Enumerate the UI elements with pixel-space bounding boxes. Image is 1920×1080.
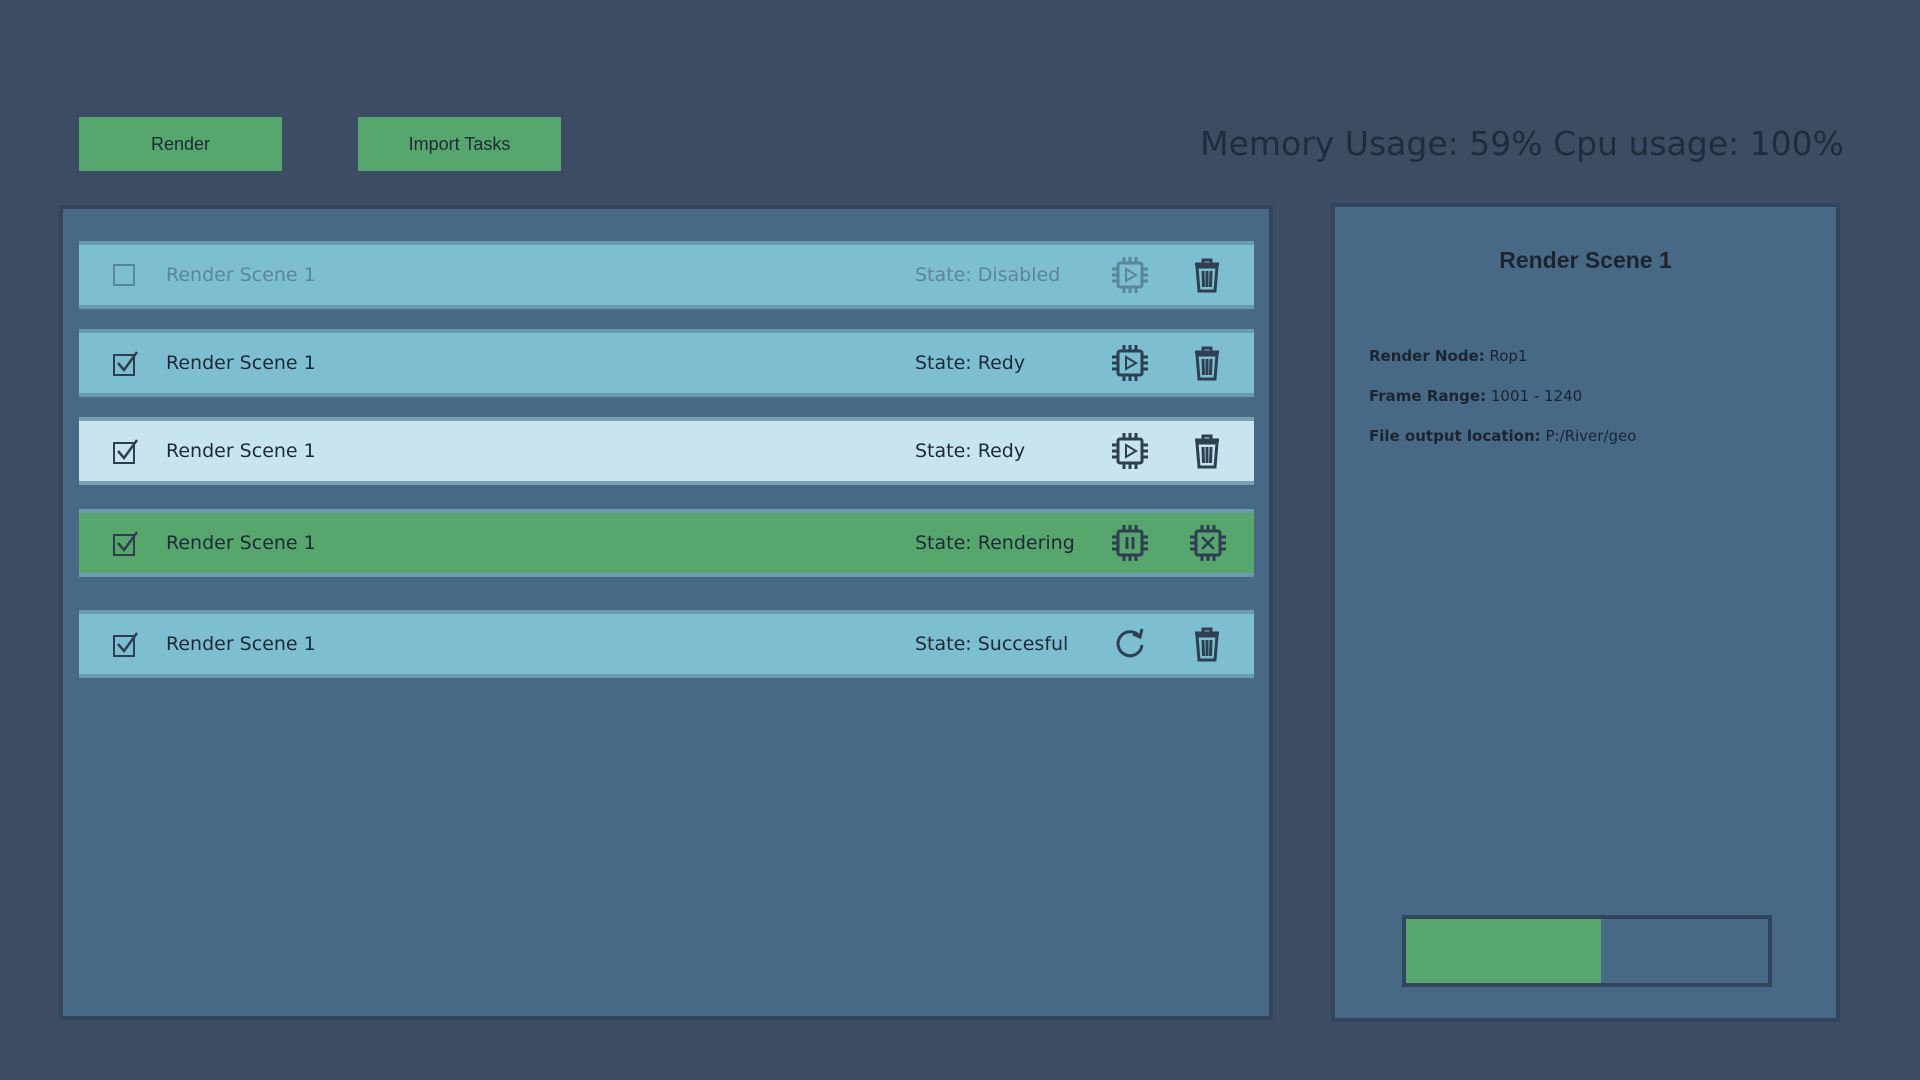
render-node-label: Render Node: [1369,347,1485,365]
task-name: Render Scene 1 [166,264,316,286]
task-name: Render Scene 1 [166,633,316,655]
refresh-icon[interactable] [1109,623,1151,665]
task-name: Render Scene 1 [166,352,316,374]
render-node-line: Render Node: Rop1 [1369,347,1527,365]
task-state: State: Rendering [915,532,1075,554]
frame-range-label: Frame Range: [1369,387,1487,405]
chip-play-icon[interactable] [1109,430,1151,472]
task-name: Render Scene 1 [166,440,316,462]
output-location-label: File output location: [1369,427,1541,445]
task-row[interactable]: Render Scene 1 State: Rendering [79,509,1254,577]
render-progress-fill [1406,919,1602,983]
checkbox-checked-icon[interactable] [113,530,139,556]
task-list-panel: Render Scene 1 State: Disabled Render Sc… [59,205,1273,1020]
detail-title: Render Scene 1 [1499,247,1672,273]
task-state: State: Succesful [915,633,1069,655]
checkbox-unchecked-icon[interactable] [113,264,135,286]
trash-icon[interactable] [1187,343,1227,383]
trash-icon[interactable] [1187,624,1227,664]
chip-pause-icon[interactable] [1109,522,1151,564]
checkbox-checked-icon[interactable] [113,631,139,657]
task-row[interactable]: Render Scene 1 State: Succesful [79,610,1254,678]
task-row[interactable]: Render Scene 1 State: Redy [79,329,1254,397]
render-node-value: Rop1 [1489,347,1528,365]
checkbox-checked-icon[interactable] [113,438,139,464]
chip-cancel-icon[interactable] [1187,522,1229,564]
task-row[interactable]: Render Scene 1 State: Redy [79,417,1254,485]
task-state: State: Redy [915,440,1026,462]
frame-range-line: Frame Range: 1001 - 1240 [1369,387,1582,405]
chip-play-icon[interactable] [1109,342,1151,384]
output-location-line: File output location: P:/River/geo [1369,427,1636,445]
chip-play-icon[interactable] [1109,254,1151,296]
task-detail-panel: Render Scene 1 Render Node: Rop1 Frame R… [1331,203,1840,1022]
task-name: Render Scene 1 [166,532,316,554]
render-button[interactable]: Render [79,117,282,171]
trash-icon[interactable] [1187,431,1227,471]
frame-range-value: 1001 - 1240 [1490,387,1583,405]
task-row[interactable]: Render Scene 1 State: Disabled [79,241,1254,309]
render-progress-bar [1402,915,1772,987]
trash-icon[interactable] [1187,255,1227,295]
usage-stats: Memory Usage: 59% Cpu usage: 100% [1200,124,1844,163]
checkbox-checked-icon[interactable] [113,350,139,376]
import-tasks-button[interactable]: Import Tasks [358,117,561,171]
task-state: State: Disabled [915,264,1061,286]
output-location-value: P:/River/geo [1545,427,1637,445]
task-state: State: Redy [915,352,1026,374]
